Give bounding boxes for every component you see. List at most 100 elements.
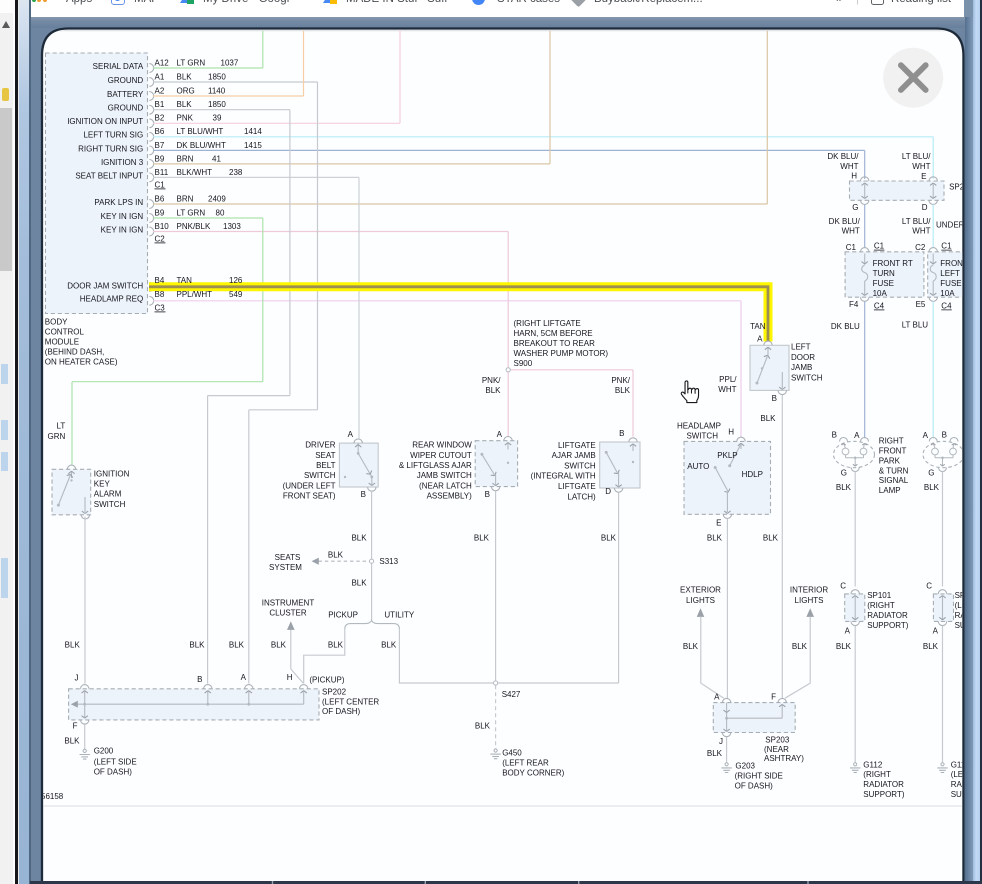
svg-text:F: F: [771, 693, 776, 702]
svg-text:RIGHT: RIGHT: [879, 437, 904, 446]
svg-text:A: A: [348, 430, 354, 439]
svg-text:A1: A1: [155, 72, 165, 81]
svg-text:RAD: RAD: [951, 780, 968, 789]
svg-text:BLK: BLK: [836, 483, 852, 492]
svg-text:SP203: SP203: [765, 736, 790, 745]
svg-text:BLK: BLK: [351, 579, 367, 588]
svg-text:PNK/: PNK/: [482, 376, 501, 385]
svg-text:KEY IN IGN: KEY IN IGN: [101, 212, 144, 221]
svg-text:BLK: BLK: [177, 72, 193, 81]
svg-text:PARK: PARK: [879, 456, 901, 465]
svg-text:TAN: TAN: [750, 322, 766, 331]
svg-text:J: J: [75, 674, 79, 683]
svg-text:F4: F4: [849, 300, 859, 309]
svg-text:BLK: BLK: [65, 641, 81, 650]
svg-text:41: 41: [212, 154, 221, 163]
svg-text:56158: 56158: [41, 792, 64, 801]
svg-text:SEAT BELT INPUT: SEAT BELT INPUT: [75, 171, 143, 180]
svg-text:PNK/: PNK/: [611, 376, 630, 385]
svg-text:SUPPORT): SUPPORT): [863, 790, 905, 799]
svg-text:& LIFTGLASS AJAR: & LIFTGLASS AJAR: [399, 461, 472, 470]
svg-text:RIGHT TURN SIG: RIGHT TURN SIG: [78, 144, 143, 153]
svg-text:DK BLU/: DK BLU/: [829, 217, 861, 226]
svg-text:TAN: TAN: [177, 276, 193, 285]
svg-text:H: H: [728, 428, 734, 437]
svg-text:IGNITION 3: IGNITION 3: [101, 158, 144, 167]
svg-text:FRONT SEAT): FRONT SEAT): [283, 491, 336, 500]
svg-text:CLUSTER: CLUSTER: [269, 609, 307, 618]
svg-text:SUPPORT): SUPPORT): [867, 621, 909, 630]
svg-text:LIFTGATE: LIFTGATE: [558, 441, 596, 450]
svg-text:TURN: TURN: [873, 269, 895, 278]
svg-text:DRIVER: DRIVER: [305, 441, 335, 450]
svg-text:UTILITY: UTILITY: [384, 610, 414, 619]
svg-text:SP202: SP202: [322, 687, 347, 696]
svg-text:2409: 2409: [208, 194, 226, 203]
svg-text:BLK/WHT: BLK/WHT: [177, 168, 213, 177]
svg-text:WHT: WHT: [718, 385, 736, 394]
svg-text:RADIATOR: RADIATOR: [867, 611, 908, 620]
svg-text:CONTROL: CONTROL: [45, 328, 85, 337]
svg-text:RADIATOR: RADIATOR: [863, 780, 904, 789]
svg-text:B: B: [619, 429, 624, 438]
svg-text:B4: B4: [155, 276, 165, 285]
svg-text:KEY: KEY: [94, 480, 111, 489]
svg-text:BLK: BLK: [485, 386, 501, 395]
svg-text:BLK: BLK: [229, 641, 245, 650]
svg-text:LIGHTS: LIGHTS: [795, 596, 824, 605]
svg-text:LT BLU: LT BLU: [902, 321, 929, 330]
svg-text:B10: B10: [155, 222, 170, 231]
svg-text:S900: S900: [514, 359, 533, 368]
svg-text:REAR WINDOW: REAR WINDOW: [412, 441, 472, 450]
svg-text:& TURN: & TURN: [879, 466, 909, 475]
svg-text:BLK: BLK: [328, 641, 344, 650]
svg-text:FUSE: FUSE: [873, 279, 894, 288]
svg-text:1303: 1303: [223, 222, 241, 231]
svg-text:SEATS: SEATS: [275, 553, 301, 562]
svg-text:BLK: BLK: [924, 483, 940, 492]
svg-text:B: B: [361, 490, 366, 499]
svg-text:B7: B7: [155, 141, 165, 150]
svg-text:(NEAR LATCH: (NEAR LATCH: [419, 481, 472, 490]
svg-text:DK BLU: DK BLU: [831, 322, 860, 331]
svg-text:C1: C1: [846, 243, 857, 252]
svg-text:SUP: SUP: [951, 790, 967, 799]
svg-text:G450: G450: [502, 748, 522, 757]
svg-text:PNK: PNK: [177, 114, 194, 123]
svg-text:WASHER PUMP MOTOR): WASHER PUMP MOTOR): [514, 349, 609, 358]
svg-text:G203: G203: [735, 762, 755, 771]
svg-text:WHT: WHT: [840, 162, 858, 171]
svg-text:B6: B6: [155, 127, 165, 136]
svg-text:AJAR JAMB: AJAR JAMB: [552, 451, 596, 460]
svg-text:DOOR: DOOR: [791, 353, 815, 362]
svg-text:A: A: [757, 334, 763, 343]
svg-text:GRN: GRN: [48, 432, 66, 441]
svg-text:1415: 1415: [244, 141, 262, 150]
svg-text:BRN: BRN: [177, 154, 194, 163]
svg-text:(RIGHT LIFTGATE: (RIGHT LIFTGATE: [514, 319, 581, 328]
svg-text:1414: 1414: [244, 127, 262, 136]
svg-text:1140: 1140: [208, 86, 226, 95]
svg-text:BLK: BLK: [381, 641, 397, 650]
svg-text:BLK: BLK: [836, 642, 852, 651]
svg-text:HEADLAMP: HEADLAMP: [677, 422, 721, 431]
svg-text:(LEF: (LEF: [951, 770, 968, 779]
svg-text:C1: C1: [874, 242, 885, 251]
svg-text:A: A: [714, 693, 720, 702]
svg-text:BREAKOUT TO REAR: BREAKOUT TO REAR: [514, 339, 596, 348]
svg-text:BLK: BLK: [923, 642, 939, 651]
svg-text:BLK: BLK: [351, 534, 367, 543]
svg-text:BLK: BLK: [271, 641, 287, 650]
svg-text:A: A: [923, 431, 929, 440]
svg-text:BLK: BLK: [474, 534, 490, 543]
svg-text:B6: B6: [155, 194, 165, 203]
svg-text:HDLP: HDLP: [742, 470, 763, 479]
svg-text:GROUND: GROUND: [108, 76, 144, 85]
svg-text:LT BLU/: LT BLU/: [902, 217, 931, 226]
svg-text:UNDERH: UNDERH: [936, 221, 970, 230]
svg-text:G200: G200: [94, 747, 114, 756]
svg-text:LEFT: LEFT: [791, 343, 811, 352]
svg-text:SEAT: SEAT: [315, 451, 335, 460]
svg-text:(RIGHT: (RIGHT: [863, 770, 891, 779]
svg-text:10A: 10A: [873, 289, 888, 298]
